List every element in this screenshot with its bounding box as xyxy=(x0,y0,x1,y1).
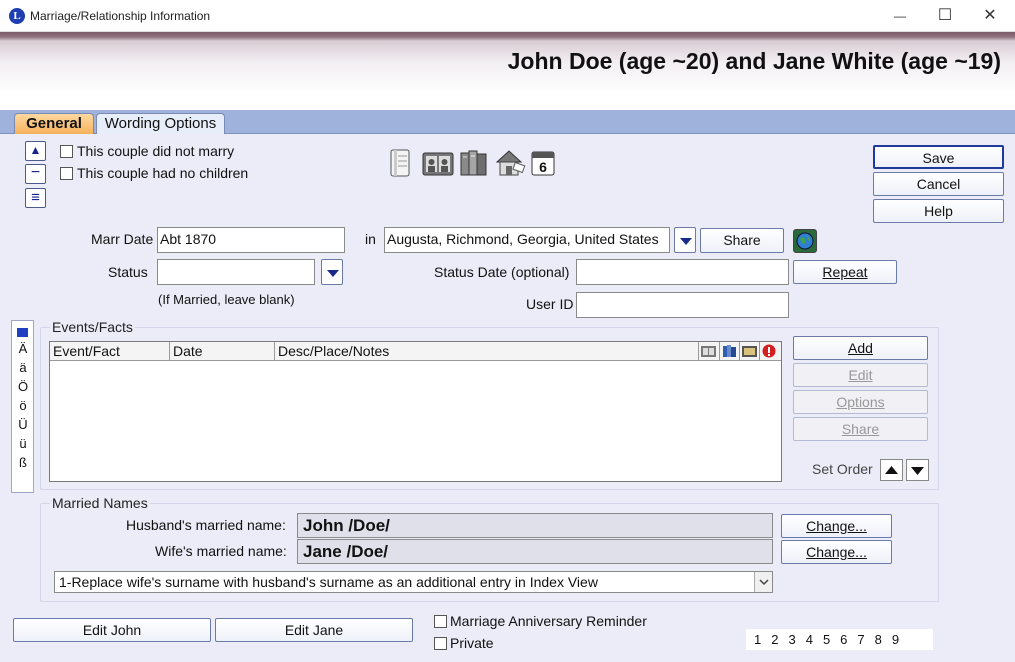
marr-place-field[interactable]: Augusta, Richmond, Georgia, United State… xyxy=(384,227,670,253)
app-logo-icon: L xyxy=(9,8,25,24)
special-characters-bar: Ä ä Ö ö Ü ü ß xyxy=(11,320,34,493)
edit-event-label: Edit xyxy=(848,367,873,383)
private-checkbox[interactable] xyxy=(434,637,447,650)
change-husband-label: Change... xyxy=(806,518,867,534)
anniversary-reminder-checkbox[interactable] xyxy=(434,615,447,628)
change-wife-label: Change... xyxy=(806,544,867,560)
close-icon[interactable]: ✕ xyxy=(967,0,1013,32)
order-down-button[interactable] xyxy=(906,459,929,481)
char-A-umlaut[interactable]: Ä xyxy=(13,341,33,356)
wife-married-name-value: Jane /Doe/ xyxy=(297,539,773,564)
share-place-button[interactable]: Share xyxy=(700,228,784,253)
set-order-label: Set Order xyxy=(812,461,873,477)
remove-button[interactable]: − xyxy=(25,164,46,184)
share-event-button[interactable]: Share xyxy=(793,417,928,441)
options-event-label: Options xyxy=(836,394,885,410)
status-dropdown-button[interactable] xyxy=(321,259,343,285)
status-field[interactable] xyxy=(157,259,315,285)
edit-jane-button[interactable]: Edit Jane xyxy=(215,618,413,642)
page-7[interactable]: 7 xyxy=(857,632,864,647)
char-o-umlaut[interactable]: ö xyxy=(13,398,33,413)
page-title: John Doe (age ~20) and Jane White (age ~… xyxy=(507,48,1001,74)
status-date-field[interactable] xyxy=(576,259,789,285)
order-up-button[interactable] xyxy=(880,459,903,481)
char-O-umlaut[interactable]: Ö xyxy=(13,379,33,394)
page-9[interactable]: 9 xyxy=(892,632,899,647)
save-button[interactable]: Save xyxy=(873,145,1004,169)
char-u-umlaut[interactable]: ü xyxy=(13,436,33,451)
help-button[interactable]: Help xyxy=(873,199,1004,223)
col-date[interactable]: Date xyxy=(170,342,275,361)
place-dropdown-button[interactable] xyxy=(674,227,696,253)
tab-general[interactable]: General xyxy=(14,113,94,134)
husband-married-name-label: Husband's married name: xyxy=(126,517,286,533)
events-title: Events/Facts xyxy=(50,319,135,335)
user-id-label: User ID xyxy=(526,296,574,312)
status-label: Status xyxy=(108,264,148,280)
anniversary-reminder-label: Marriage Anniversary Reminder xyxy=(450,613,647,629)
married-name-option-select[interactable]: 1-Replace wife's surname with husband's … xyxy=(54,571,773,593)
page-3[interactable]: 3 xyxy=(788,632,795,647)
change-wife-name-button[interactable]: Change... xyxy=(781,540,892,564)
col-event-fact[interactable]: Event/Fact xyxy=(50,342,170,361)
events-list[interactable]: Event/Fact Date Desc/Place/Notes xyxy=(49,341,782,482)
tab-wording-options[interactable]: Wording Options xyxy=(96,113,225,134)
page-1[interactable]: 1 xyxy=(754,632,761,647)
change-husband-name-button[interactable]: Change... xyxy=(781,514,892,538)
add-event-label: Add xyxy=(848,340,873,356)
media-icon[interactable] xyxy=(422,150,454,180)
page-4[interactable]: 4 xyxy=(806,632,813,647)
marr-date-label: Marr Date xyxy=(91,231,154,247)
marr-date-field[interactable]: Abt 1870 xyxy=(157,227,345,253)
page-6[interactable]: 6 xyxy=(840,632,847,647)
status-hint: (If Married, leave blank) xyxy=(158,292,295,307)
col-notes-icon[interactable] xyxy=(740,342,760,361)
col-alert-icon[interactable] xyxy=(760,342,781,361)
in-label: in xyxy=(365,231,376,247)
married-names-title: Married Names xyxy=(50,495,150,511)
sources-icon[interactable] xyxy=(458,148,490,178)
private-label: Private xyxy=(450,635,494,651)
char-eszett[interactable]: ß xyxy=(13,455,33,470)
globe-icon[interactable] xyxy=(793,229,817,253)
edit-event-button[interactable]: Edit xyxy=(793,363,928,387)
minimize-icon[interactable]: — xyxy=(877,0,923,32)
col-desc-place-notes[interactable]: Desc/Place/Notes xyxy=(275,342,699,361)
window-title: Marriage/Relationship Information xyxy=(30,9,211,23)
page-selector: 123456789 xyxy=(746,629,933,650)
address-icon[interactable] xyxy=(494,148,526,178)
no-children-label: This couple had no children xyxy=(77,165,249,181)
options-event-button[interactable]: Options xyxy=(793,390,928,414)
add-event-button[interactable]: Add xyxy=(793,336,928,360)
char-U-umlaut[interactable]: Ü xyxy=(13,417,33,432)
page-8[interactable]: 8 xyxy=(875,632,882,647)
wife-married-name-label: Wife's married name: xyxy=(155,543,287,559)
char-a-umlaut[interactable]: ä xyxy=(13,360,33,375)
chevron-down-icon[interactable] xyxy=(754,572,772,592)
maximize-icon[interactable]: ☐ xyxy=(922,0,968,32)
special-chars-toggle-icon[interactable] xyxy=(17,328,28,337)
share-event-label: Share xyxy=(841,421,880,437)
husband-married-name-value: John /Doe/ xyxy=(297,513,773,538)
notes-icon[interactable] xyxy=(388,148,416,178)
col-media-icon[interactable] xyxy=(699,342,720,361)
repeat-button[interactable]: Repeat xyxy=(793,260,897,284)
status-date-label: Status Date (optional) xyxy=(434,264,570,280)
cancel-button[interactable]: Cancel xyxy=(873,172,1004,196)
did-not-marry-label: This couple did not marry xyxy=(77,143,235,159)
move-up-button[interactable]: ▲ xyxy=(25,141,46,161)
page-2[interactable]: 2 xyxy=(771,632,778,647)
no-children-checkbox[interactable] xyxy=(60,167,73,180)
user-id-field[interactable] xyxy=(576,292,789,318)
col-sources-icon[interactable] xyxy=(720,342,740,361)
edit-john-button[interactable]: Edit John xyxy=(13,618,211,642)
calendar-icon[interactable]: 6 xyxy=(529,149,557,179)
repeat-label: Repeat xyxy=(822,264,868,280)
did-not-marry-checkbox[interactable] xyxy=(60,145,73,158)
page-5[interactable]: 5 xyxy=(823,632,830,647)
menu-button[interactable]: ≡ xyxy=(25,188,46,208)
calendar-icon-number: 6 xyxy=(539,159,547,175)
